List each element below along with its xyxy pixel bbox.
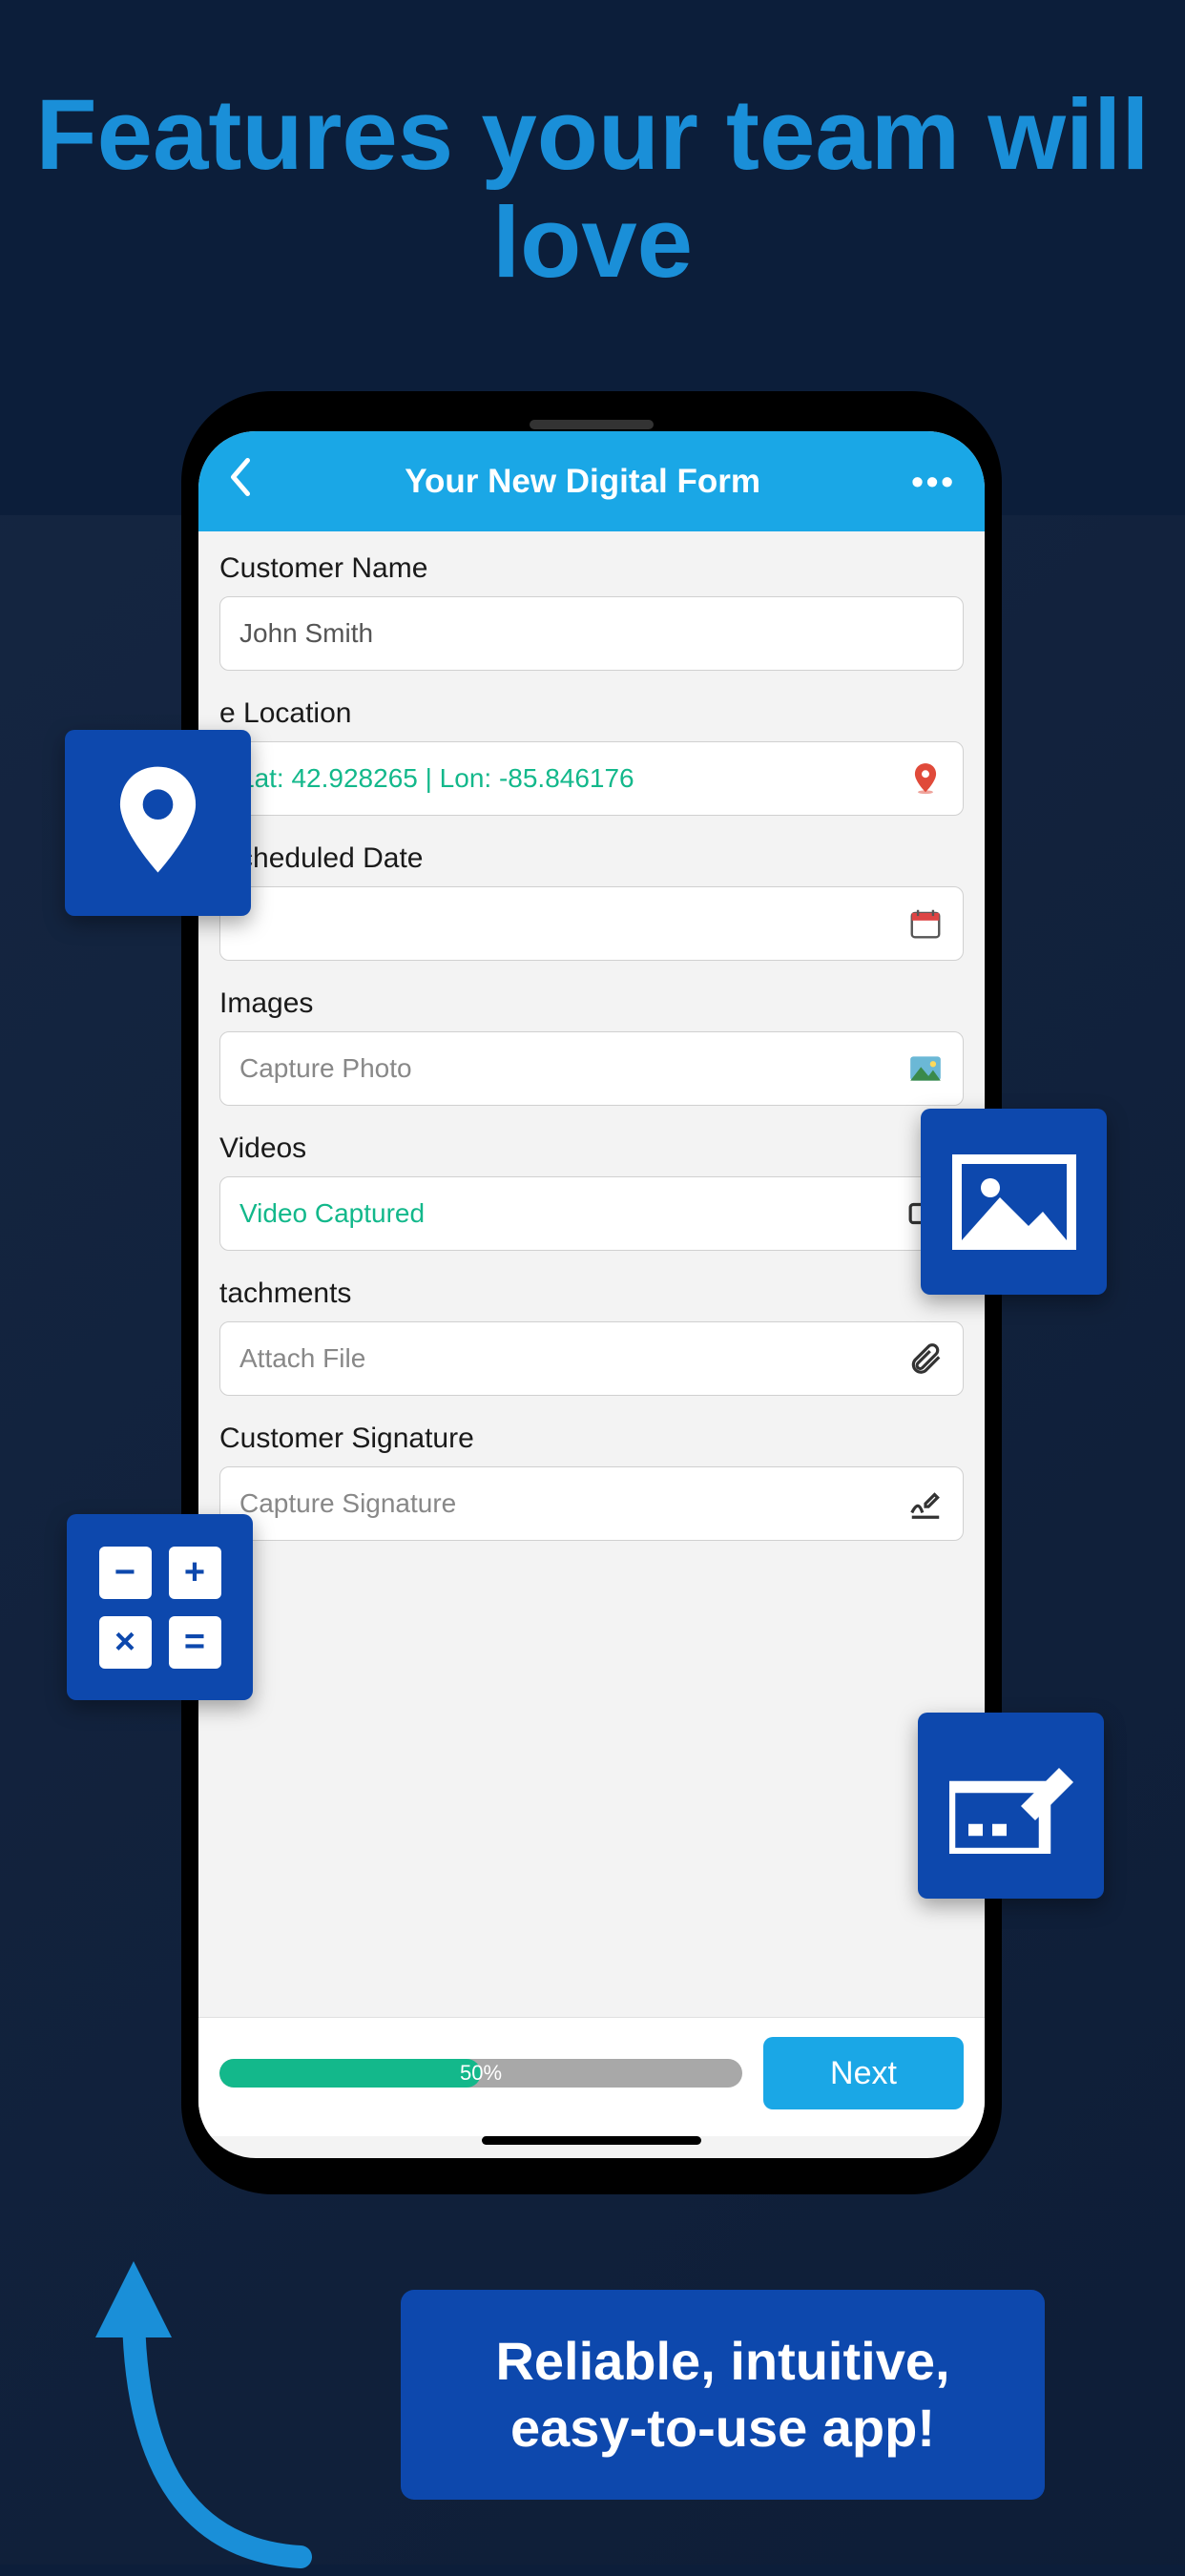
home-indicator bbox=[482, 2136, 701, 2145]
calculator-icon: − + × = bbox=[99, 1547, 221, 1669]
field-attachments: tachments Attach File bbox=[219, 1278, 964, 1396]
field-videos: Videos Video Captured bbox=[219, 1132, 964, 1251]
location-input[interactable]: Lat: 42.928265 | Lon: -85.846176 bbox=[219, 741, 964, 816]
field-location: e Location Lat: 42.928265 | Lon: -85.846… bbox=[219, 697, 964, 816]
app-title: Your New Digital Form bbox=[254, 463, 911, 501]
feature-badge-image bbox=[921, 1109, 1107, 1295]
field-value: Attach File bbox=[239, 1343, 365, 1374]
field-label: Customer Name bbox=[219, 552, 964, 585]
field-value: Capture Signature bbox=[239, 1488, 456, 1519]
field-label: Scheduled Date bbox=[219, 842, 964, 875]
field-label: e Location bbox=[219, 697, 964, 730]
form-body: Customer Name John Smith e Location Lat:… bbox=[198, 531, 985, 2017]
marketing-headline: Features your team will love bbox=[0, 81, 1185, 298]
next-button[interactable]: Next bbox=[763, 2037, 964, 2109]
field-customer-name: Customer Name John Smith bbox=[219, 552, 964, 671]
feature-badge-signature bbox=[918, 1713, 1104, 1899]
field-scheduled-date: Scheduled Date bbox=[219, 842, 964, 961]
back-icon[interactable] bbox=[227, 458, 254, 506]
field-value: John Smith bbox=[239, 618, 373, 649]
phone-frame: Your New Digital Form ••• Customer Name … bbox=[181, 391, 1002, 2194]
more-menu-icon[interactable]: ••• bbox=[911, 462, 956, 502]
field-images: Images Capture Photo bbox=[219, 987, 964, 1106]
signature-icon bbox=[907, 1485, 944, 1522]
field-label: Customer Signature bbox=[219, 1423, 964, 1455]
progress-label: 50% bbox=[219, 2061, 742, 2086]
calendar-icon bbox=[907, 905, 944, 942]
app-footer: 50% Next bbox=[198, 2017, 985, 2136]
field-signature: Customer Signature Capture Signature bbox=[219, 1423, 964, 1541]
feature-badge-location bbox=[65, 730, 251, 916]
videos-input[interactable]: Video Captured bbox=[219, 1176, 964, 1251]
date-input[interactable] bbox=[219, 886, 964, 961]
field-value: Video Captured bbox=[239, 1198, 425, 1229]
progress-bar: 50% bbox=[219, 2059, 742, 2088]
images-input[interactable]: Capture Photo bbox=[219, 1031, 964, 1106]
app-header: Your New Digital Form ••• bbox=[198, 431, 985, 531]
field-label: tachments bbox=[219, 1278, 964, 1310]
phone-screen: Your New Digital Form ••• Customer Name … bbox=[198, 431, 985, 2158]
phone-speaker bbox=[530, 420, 654, 429]
location-pin-icon bbox=[113, 766, 203, 881]
customer-name-input[interactable]: John Smith bbox=[219, 596, 964, 671]
photo-icon bbox=[907, 1050, 944, 1087]
paperclip-icon bbox=[907, 1340, 944, 1377]
field-value: Capture Photo bbox=[239, 1053, 412, 1084]
field-value: Lat: 42.928265 | Lon: -85.846176 bbox=[239, 763, 634, 794]
curved-arrow-icon bbox=[62, 2223, 329, 2576]
field-label: Videos bbox=[219, 1132, 964, 1165]
feature-badge-calculator: − + × = bbox=[67, 1514, 253, 1700]
attachments-input[interactable]: Attach File bbox=[219, 1321, 964, 1396]
image-icon bbox=[952, 1154, 1076, 1250]
signature-input[interactable]: Capture Signature bbox=[219, 1466, 964, 1541]
location-pin-icon bbox=[907, 760, 944, 797]
signature-box-icon bbox=[949, 1758, 1073, 1854]
marketing-tagline: Reliable, intuitive, easy-to-use app! bbox=[401, 2290, 1045, 2500]
field-label: Images bbox=[219, 987, 964, 1020]
